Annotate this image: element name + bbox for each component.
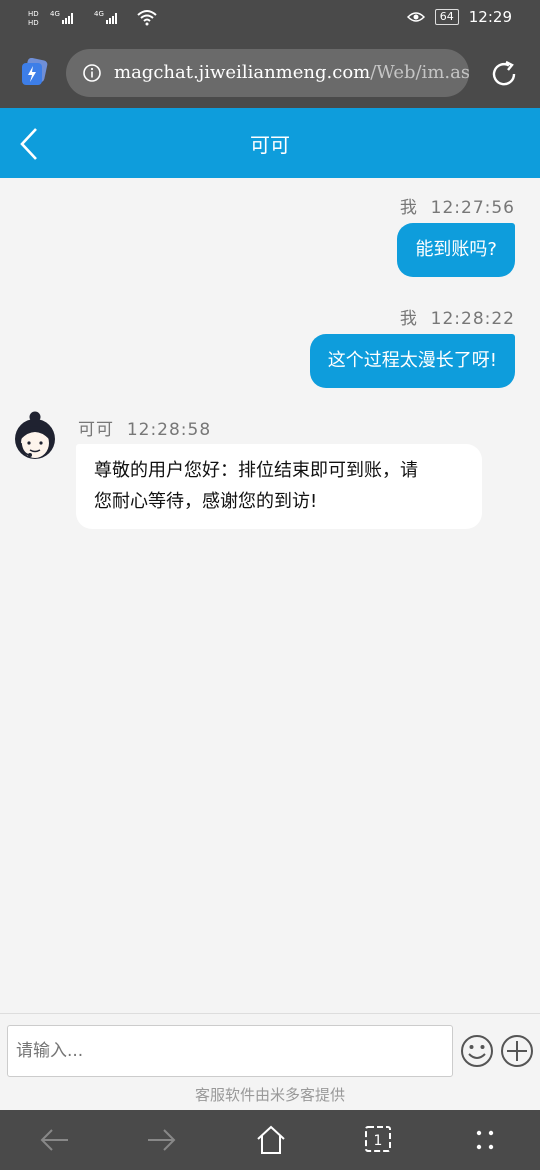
clock: 12:29 xyxy=(468,8,512,26)
message-text: 这个过程太漫长了呀! xyxy=(327,350,497,371)
url-domain: magchat.jiweilianmeng.com xyxy=(114,62,371,83)
home-icon[interactable] xyxy=(255,1124,287,1156)
incoming-message-bubble[interactable]: 尊敬的用户您好：排位结束即可到账，请 您耐心等待，感谢您的到访! xyxy=(76,444,482,529)
tabs-icon[interactable]: 1 xyxy=(363,1124,393,1154)
sender-name: 我 xyxy=(399,198,418,218)
info-icon[interactable] xyxy=(82,63,102,83)
message-text: 能到账吗? xyxy=(415,239,497,260)
add-attachment-icon[interactable] xyxy=(500,1034,536,1068)
svg-text:1: 1 xyxy=(374,1133,383,1149)
eye-icon xyxy=(406,12,425,22)
browser-toolbar: magchat.jiweilianmeng.com/Web/im.as xyxy=(0,36,540,108)
message-input[interactable] xyxy=(7,1025,453,1077)
emoji-icon[interactable] xyxy=(460,1034,494,1068)
agent-avatar-icon xyxy=(15,411,55,459)
more-menu-icon[interactable] xyxy=(474,1128,498,1154)
message-meta: 我 12:28:22 xyxy=(400,304,515,329)
wifi-icon xyxy=(137,10,157,26)
outgoing-message-bubble[interactable]: 能到账吗? xyxy=(397,223,515,277)
battery-level: 64 xyxy=(434,9,459,25)
message-time: 12:27:56 xyxy=(430,198,515,218)
message-meta: 我 12:27:56 xyxy=(400,193,515,218)
sender-name: 可可 xyxy=(78,420,114,440)
chat-header: 可可 xyxy=(0,108,540,178)
powered-by-credit: 客服软件由米多客提供 xyxy=(194,1086,345,1104)
message-time: 12:28:22 xyxy=(430,309,515,329)
browser-lightning-icon[interactable] xyxy=(20,58,48,86)
cellular-signal-icon: HD HD 4G xyxy=(28,10,73,26)
outgoing-message-bubble[interactable]: 这个过程太漫长了呀! xyxy=(309,334,515,388)
signal-indicators: HD HD 4G 4G xyxy=(28,8,158,26)
svg-text:HD: HD xyxy=(28,10,39,18)
message-list[interactable]: 我 12:27:56 能到账吗? 我 12:28:22 这个过程太漫长了呀! 可… xyxy=(0,178,540,1013)
cellular-signal-2-icon: 4G xyxy=(94,10,117,24)
address-bar[interactable]: magchat.jiweilianmeng.com/Web/im.as xyxy=(66,49,469,97)
message-meta: 可可 12:28:58 xyxy=(78,415,211,440)
forward-nav-icon[interactable] xyxy=(146,1127,178,1153)
chat-title: 可可 xyxy=(250,133,290,157)
svg-text:4G: 4G xyxy=(94,10,104,18)
message-input-bar: 客服软件由米多客提供 xyxy=(0,1013,540,1110)
browser-nav-bar: 1 xyxy=(0,1110,540,1170)
status-bar: HD HD 4G 4G 64 12:29 xyxy=(0,0,540,36)
refresh-icon[interactable] xyxy=(489,59,519,89)
url-path: /Web/im.as xyxy=(370,62,469,83)
svg-text:HD: HD xyxy=(28,19,39,26)
message-time: 12:28:58 xyxy=(126,420,212,440)
url-text[interactable]: magchat.jiweilianmeng.com/Web/im.as xyxy=(114,62,469,83)
sender-name: 我 xyxy=(399,309,418,329)
message-text-line-2: 您耐心等待，感谢您的到访! xyxy=(94,491,318,512)
message-text-line-1: 尊敬的用户您好：排位结束即可到账，请 xyxy=(94,460,418,481)
svg-text:4G: 4G xyxy=(50,10,60,18)
back-nav-icon[interactable] xyxy=(38,1127,70,1153)
